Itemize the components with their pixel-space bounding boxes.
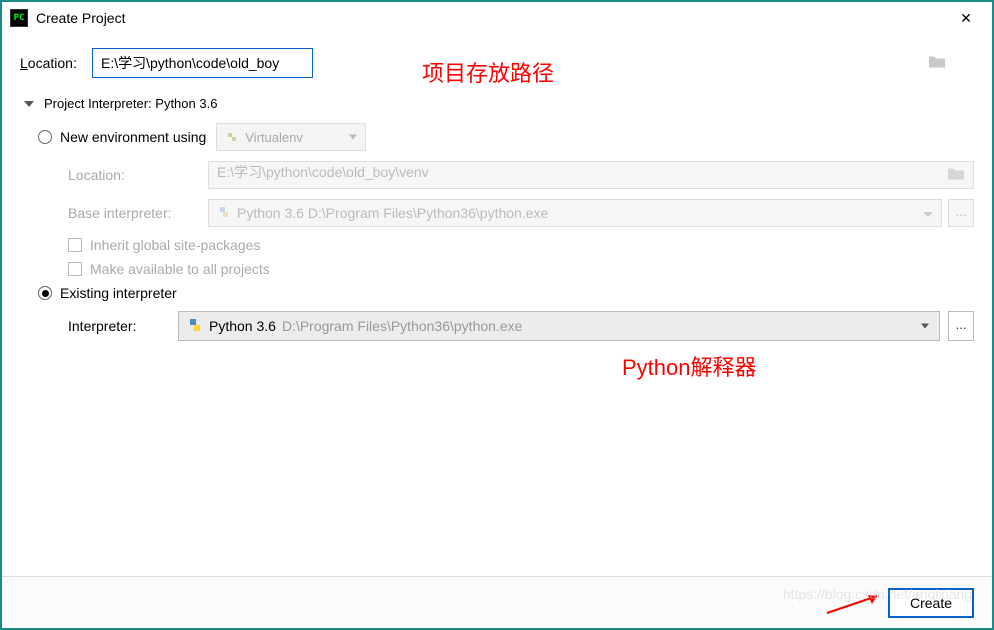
- python-icon: [217, 205, 231, 222]
- python-icon: [187, 317, 203, 336]
- window-title: Create Project: [36, 10, 946, 26]
- chevron-down-icon: [921, 324, 929, 329]
- venv-location-input: E:\学习\python\code\old_boy\venv: [208, 161, 974, 189]
- existing-radio-row[interactable]: Existing interpreter: [38, 285, 974, 301]
- location-input[interactable]: [92, 48, 313, 78]
- section-title: Project Interpreter: Python 3.6: [44, 96, 217, 111]
- browse-base-interpreter-button: ...: [948, 199, 974, 227]
- chevron-down-icon: [923, 205, 933, 221]
- base-interpreter-row: Base interpreter: Python 3.6 D:\Program …: [68, 199, 974, 227]
- interpreter-dropdown[interactable]: Python 3.6 D:\Program Files\Python36\pyt…: [178, 311, 940, 341]
- interpreter-name: Python 3.6: [209, 318, 276, 334]
- browse-interpreter-button[interactable]: ...: [948, 311, 974, 341]
- inherit-label: Inherit global site-packages: [90, 237, 260, 253]
- radio-existing[interactable]: [38, 286, 52, 300]
- interpreter-path: D:\Program Files\Python36\python.exe: [282, 318, 522, 334]
- new-env-radio-row[interactable]: New environment using Virtualenv: [38, 123, 974, 151]
- env-tool-dropdown: Virtualenv: [216, 123, 366, 151]
- venv-location-label: Location:: [68, 167, 208, 183]
- interpreter-section-header[interactable]: Project Interpreter: Python 3.6: [24, 96, 974, 111]
- virtualenv-icon: [225, 130, 239, 144]
- chevron-down-icon: [24, 101, 34, 107]
- folder-icon: [947, 167, 965, 184]
- venv-location-row: Location: E:\学习\python\code\old_boy\venv: [68, 161, 974, 189]
- close-icon[interactable]: ✕: [946, 4, 986, 32]
- inherit-checkbox: [68, 238, 82, 252]
- radio-new-env[interactable]: [38, 130, 52, 144]
- make-available-label: Make available to all projects: [90, 261, 270, 277]
- make-available-checkbox: [68, 262, 82, 276]
- env-tool-name: Virtualenv: [245, 130, 303, 145]
- existing-label: Existing interpreter: [60, 285, 177, 301]
- new-env-label: New environment using: [60, 129, 206, 145]
- inherit-checkbox-row: Inherit global site-packages: [68, 237, 974, 253]
- folder-icon[interactable]: [928, 55, 946, 72]
- annotation-interpreter: Python解释器: [622, 350, 757, 382]
- location-label: Location:: [20, 55, 92, 71]
- interpreter-label: Interpreter:: [68, 318, 178, 334]
- footer: Create: [2, 576, 992, 628]
- create-button[interactable]: Create: [888, 588, 974, 618]
- base-interpreter-label: Base interpreter:: [68, 205, 208, 221]
- location-row: Location:: [20, 48, 974, 78]
- base-interpreter-input: Python 3.6 D:\Program Files\Python36\pyt…: [208, 199, 942, 227]
- make-available-checkbox-row: Make available to all projects: [68, 261, 974, 277]
- pycharm-icon: PC: [10, 9, 28, 27]
- interpreter-row: Interpreter: Python 3.6 D:\Program Files…: [38, 311, 974, 341]
- titlebar: PC Create Project ✕: [2, 2, 992, 34]
